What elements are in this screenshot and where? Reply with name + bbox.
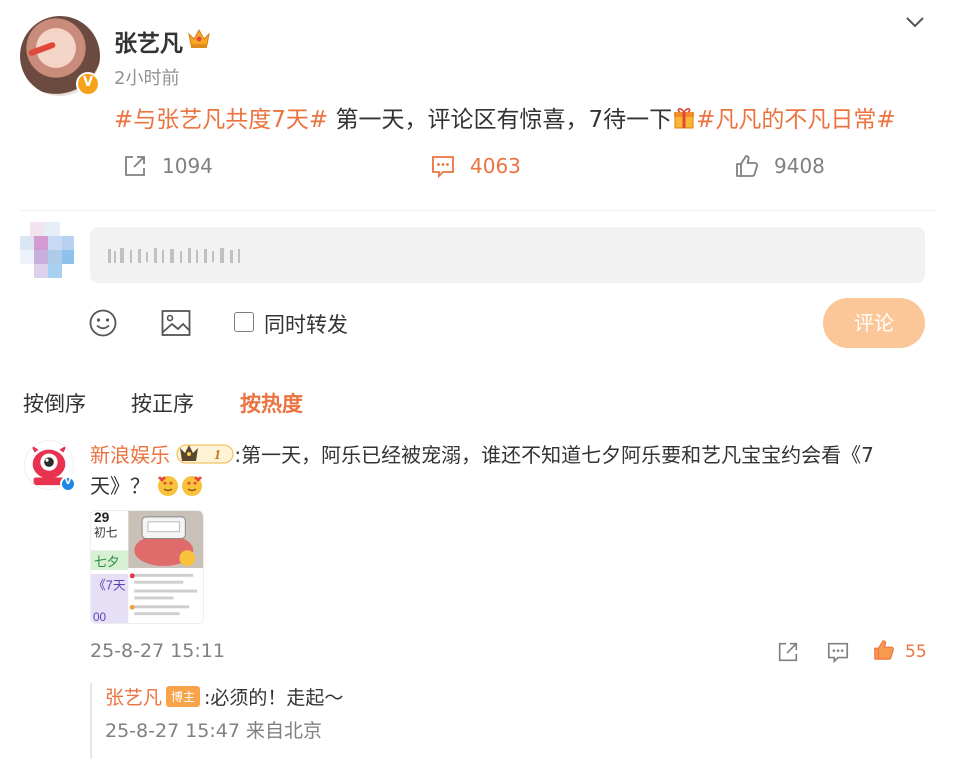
post-time: 2小时前 [114, 68, 180, 89]
reply-body: :必须的！走起～ [204, 687, 344, 709]
crown-icon [188, 28, 210, 48]
thumbs-up-icon[interactable] [872, 638, 896, 662]
reply-date: 25-8-27 15:47 来自北京 [105, 720, 322, 742]
comment-icon[interactable] [826, 640, 850, 664]
host-badge: 博主 [166, 686, 201, 707]
user-avatar [20, 220, 76, 280]
submit-comment-button[interactable]: 评论 [823, 298, 925, 348]
post-text: #与张艺凡共度7天# 第一天，评论区有惊喜，7待一下 #凡凡的不凡日常# [114, 104, 896, 136]
image-icon[interactable] [160, 308, 192, 338]
reply-divider [90, 683, 92, 759]
thumb-movie-text: 《7天 [93, 578, 126, 593]
love-face-emoji-icon [182, 476, 203, 496]
blurred-input-text [108, 248, 240, 263]
forward-count: 1094 [162, 154, 213, 178]
thumbs-up-icon [736, 155, 759, 177]
commenter-name[interactable]: 新浪娱乐 [90, 443, 170, 467]
comment-text: 新浪娱乐 1 :第一天，阿乐已经被宠溺，谁还不知道七夕阿乐要和艺凡宝宝约会看《7… [90, 440, 900, 502]
comment-icon [432, 156, 454, 179]
verified-badge-icon: V [76, 72, 100, 96]
emoji-icon[interactable] [88, 308, 118, 338]
share-icon[interactable] [776, 640, 800, 664]
post-body-text: 第一天，评论区有惊喜，7待一下 [328, 107, 673, 133]
hashtag-link[interactable]: #与张艺凡共度7天# [114, 107, 328, 133]
hashtag-link[interactable]: #凡凡的不凡日常# [696, 107, 896, 133]
reply-author-name[interactable]: 张艺凡 [105, 687, 162, 709]
forward-button[interactable]: 1094 [122, 150, 213, 182]
thumb-qixi-text: 七夕 [94, 554, 120, 569]
reply-text: 张艺凡 博主:必须的！走起～ [105, 683, 343, 710]
sync-forward-label: 同时转发 [264, 313, 348, 337]
author-name[interactable]: 张艺凡 [114, 24, 183, 58]
verified-badge-icon: V [60, 476, 76, 492]
love-face-emoji-icon [158, 476, 179, 496]
divider [20, 210, 937, 211]
comment-image-thumbnail[interactable]: 29 初七 七夕 《7天 00 [90, 510, 204, 624]
sort-hot-tab[interactable]: 按热度 [240, 388, 303, 418]
comment-date: 25-8-27 15:11 [90, 640, 225, 662]
chevron-down-icon[interactable] [903, 12, 927, 32]
thumb-lunar-day: 初七 [94, 526, 118, 540]
thumb-date-number: 29 [94, 510, 110, 525]
gift-icon [674, 108, 695, 129]
fan-rank-level: 1 [214, 448, 221, 463]
sort-reverse-tab[interactable]: 按倒序 [23, 388, 86, 418]
sync-forward-checkbox[interactable] [234, 312, 254, 332]
comment-like-count: 55 [905, 642, 927, 662]
fan-rank-badge-icon: 1 [176, 444, 234, 464]
like-button[interactable]: 9408 [734, 150, 825, 182]
thumb-time-text: 00 [93, 611, 107, 624]
like-count: 9408 [774, 154, 825, 178]
share-icon [125, 156, 145, 176]
comment-count: 4063 [470, 154, 521, 178]
comment-button[interactable]: 4063 [430, 150, 521, 182]
sort-forward-tab[interactable]: 按正序 [131, 388, 194, 418]
